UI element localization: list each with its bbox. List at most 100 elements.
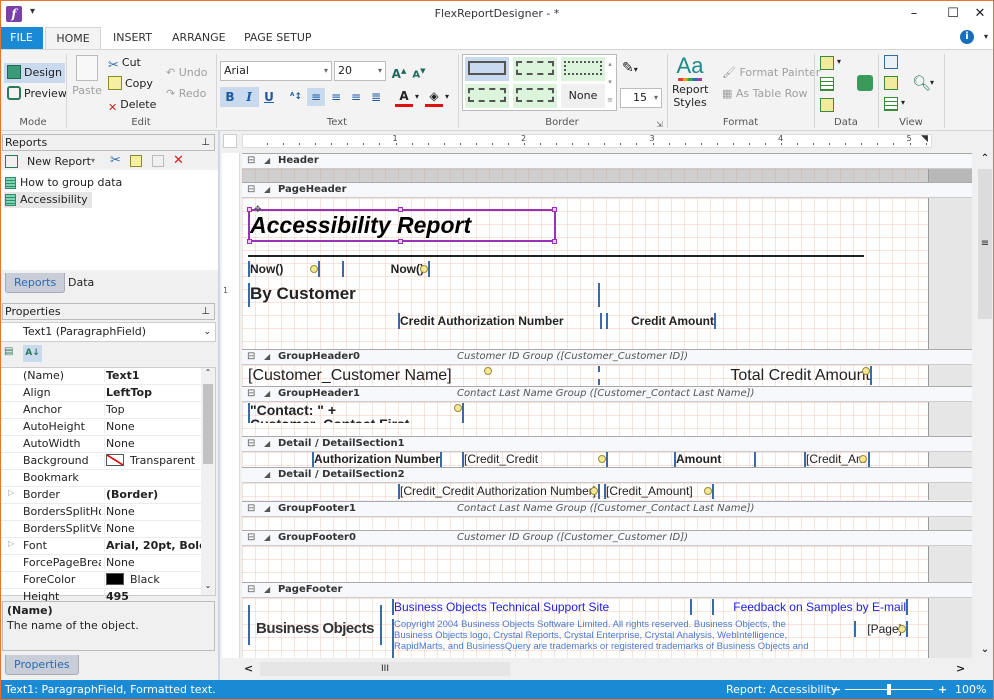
property-row[interactable]: AutoWidth None — [1, 436, 201, 453]
cut-icon[interactable]: ✂ — [110, 153, 121, 168]
tab-page-setup[interactable]: PAGE SETUP — [234, 27, 322, 49]
zoom-out-button[interactable]: − — [832, 680, 841, 700]
align-center-icon[interactable]: ≡ — [327, 88, 345, 106]
property-row[interactable]: ▷ Font Arial, 20pt, Bold, Italic — [1, 538, 201, 555]
property-row[interactable]: ▷ Border (Border) — [1, 487, 201, 504]
section-header[interactable]: ⊟ ◢ Header — [242, 153, 972, 169]
scroll-up-icon[interactable]: ⌃ — [978, 153, 992, 167]
font-size-combo[interactable]: 20 ▾ — [334, 61, 386, 81]
sections-view-icon[interactable] — [884, 97, 898, 111]
dialog-launcher-icon[interactable]: ⇲ — [656, 120, 663, 129]
delete-icon[interactable]: ✕ — [173, 153, 184, 168]
chevron-down-icon[interactable]: ▾ — [445, 92, 449, 101]
border-color-icon[interactable]: ✎▾ — [622, 60, 638, 76]
paste-icon[interactable] — [152, 155, 164, 167]
bold-button[interactable]: B — [221, 88, 239, 106]
cut-button[interactable]: ✂ Cut — [108, 53, 141, 73]
vertical-scrollbar[interactable]: ⌃ ≡ ⌄ — [976, 153, 994, 658]
chevron-down-icon[interactable]: ▾ — [837, 57, 841, 66]
border-none-option[interactable]: None — [561, 84, 605, 108]
as-table-row-button[interactable]: ▦ As Table Row — [722, 84, 807, 104]
collapse-icon[interactable]: ⊟ — [247, 583, 255, 597]
credit-amount-header-field[interactable]: Credit Amount — [606, 313, 716, 329]
design-button[interactable]: Design — [4, 63, 65, 83]
scroll-thumb[interactable] — [203, 384, 213, 464]
border-dashdot-option[interactable] — [465, 84, 509, 108]
align-left-icon[interactable]: ≡ — [307, 88, 325, 106]
tab-arrange[interactable]: ARRANGE — [162, 27, 236, 49]
section-detail1[interactable]: ⊟ ◢ Detail / DetailSection1 — [242, 436, 972, 452]
resize-handle[interactable] — [552, 239, 557, 244]
section-groupheader0[interactable]: ⊟ ◢ GroupHeader0 Customer ID Group ([Custom… — [242, 349, 972, 365]
border-thickness-combo[interactable]: 15 ▾ — [620, 88, 662, 108]
copyright-text[interactable]: Copyright 2004 Business Objects Software… — [392, 619, 812, 658]
credit-credit-field[interactable]: [Credit_Credit — [462, 452, 608, 467]
info-dropdown-icon[interactable]: ▾ — [984, 32, 988, 41]
resize-handle[interactable] — [398, 239, 403, 244]
report-styles-button[interactable]: Aa Report Styles — [672, 54, 708, 110]
expand-icon[interactable]: ▷ — [8, 488, 14, 497]
section-detail2[interactable]: ◢ Detail / DetailSection2 — [242, 467, 972, 483]
property-value[interactable]: None — [104, 556, 201, 569]
total-credit-field[interactable]: Total Credit Amount — [598, 366, 872, 385]
report-item[interactable]: How to group data — [4, 175, 126, 191]
fill-color-icon[interactable]: ◈ — [425, 87, 443, 107]
business-objects-logo[interactable]: Business Objects — [248, 605, 382, 645]
redo-button[interactable]: ↷ Redo — [166, 84, 206, 104]
border-dashdotdot-option[interactable] — [513, 84, 557, 108]
scroll-right-icon[interactable]: > — [956, 662, 970, 676]
property-value[interactable]: None — [104, 437, 201, 450]
scroll-left-icon[interactable]: < — [244, 662, 258, 676]
property-value[interactable]: Arial, 20pt, Bold, Italic — [104, 539, 201, 552]
align-justify-icon[interactable]: ≣ — [367, 88, 385, 106]
fields-icon[interactable] — [820, 77, 834, 91]
property-value[interactable]: Top — [104, 403, 201, 416]
zoom-icon[interactable]: 🔍︎ — [912, 74, 931, 92]
property-row[interactable]: ForcePageBreakNone — [1, 555, 201, 572]
pin-icon[interactable]: ⊥ — [201, 135, 210, 150]
property-value[interactable]: Text1 — [104, 369, 201, 382]
data-view-icon[interactable] — [884, 76, 898, 90]
collapse-icon[interactable]: ⊟ — [247, 437, 255, 451]
delete-button[interactable]: ✕ Delete — [108, 95, 156, 115]
expand-icon[interactable]: ▷ — [8, 539, 14, 548]
credit-auth-number-field[interactable]: [Credit_Credit Authorization Number] — [398, 484, 600, 499]
zoom-in-button[interactable]: + — [938, 680, 947, 700]
tab-reports[interactable]: Reports — [5, 273, 66, 293]
property-value[interactable]: None — [104, 505, 201, 518]
align-right-icon[interactable]: ≡ — [347, 88, 365, 106]
scroll-down-icon[interactable]: ⌄ — [201, 581, 215, 595]
authorization-number-label[interactable]: Authorization Number — [312, 452, 442, 467]
border-solid-option[interactable] — [465, 57, 509, 81]
collapse-icon[interactable]: ⊟ — [247, 154, 255, 168]
credit-amount-field[interactable]: [Credit_Amount] — [604, 484, 714, 499]
now-field-2[interactable]: Now() — [342, 261, 430, 277]
categorized-icon[interactable]: ▤ — [4, 346, 18, 360]
property-value[interactable]: None — [104, 522, 201, 535]
gallery-scroll[interactable]: ▴ ▾ ≡ — [604, 55, 616, 110]
minimize-button[interactable]: – — [904, 4, 924, 24]
section-groupheader1[interactable]: ⊟ ◢ GroupHeader1 Contact Last Name Group ([… — [242, 386, 972, 402]
property-row[interactable]: (Name) Text1 — [1, 368, 201, 385]
undo-button[interactable]: ↶ Undo — [166, 63, 207, 83]
property-row[interactable]: BordersSplitHorzNone — [1, 504, 201, 521]
right-margin-marker-icon[interactable]: ◥ — [921, 134, 928, 144]
text-direction-icon[interactable]: ᴬ↕ — [287, 88, 305, 106]
border-dot-option[interactable] — [561, 57, 605, 81]
contact-field[interactable]: "Contact: " +Customer_Contact First — [248, 403, 464, 423]
property-row[interactable]: Background Transparent — [1, 453, 201, 470]
resize-handle[interactable] — [552, 207, 557, 212]
font-color-icon[interactable]: A — [395, 87, 413, 107]
property-row[interactable]: BordersSplitVertNone — [1, 521, 201, 538]
property-row[interactable]: Anchor Top — [1, 402, 201, 419]
info-icon[interactable]: i — [960, 30, 974, 44]
section-groupfooter0[interactable]: ⊟ ◢ GroupFooter0 Customer ID Group ([Custom… — [242, 530, 972, 546]
copy-icon[interactable] — [130, 155, 142, 167]
tab-file[interactable]: FILE — [0, 27, 43, 49]
collapse-icon[interactable]: ⊟ — [247, 183, 255, 197]
property-value[interactable]: Black — [104, 573, 201, 586]
tab-properties[interactable]: Properties — [5, 655, 79, 675]
collapse-icon[interactable]: ⊟ — [247, 502, 255, 516]
tab-home[interactable]: HOME — [45, 27, 101, 49]
tab-insert[interactable]: INSERT — [103, 27, 162, 49]
